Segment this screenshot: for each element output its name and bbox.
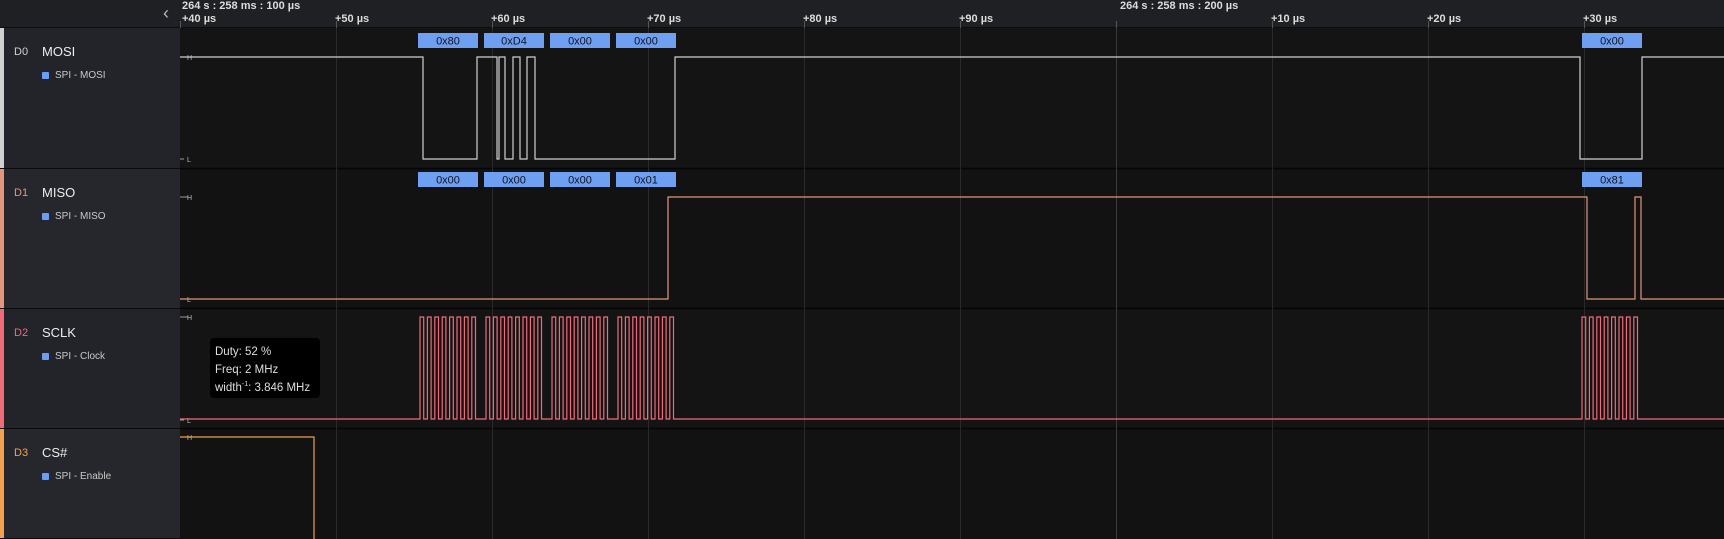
high-level-label: H — [187, 315, 192, 322]
analyzer-label: SPI - MISO — [55, 211, 106, 222]
decoded-byte-value: 0x00 — [634, 36, 658, 48]
channel-lane — [180, 309, 1724, 429]
decoded-byte-value: 0x00 — [1600, 36, 1624, 48]
decoded-byte-value: 0xD4 — [501, 36, 527, 48]
analyzer-label: SPI - MOSI — [55, 70, 106, 81]
analyzer-color-icon — [42, 72, 49, 79]
decoded-byte-value: 0x00 — [568, 175, 592, 187]
channel-name: MISO — [42, 185, 76, 200]
decoded-byte-value: 0x00 — [502, 175, 526, 187]
decoded-byte-value: 0x81 — [1600, 175, 1624, 187]
channel-row-miso[interactable]: D1 MISO SPI - MISO — [0, 169, 180, 309]
analyzer-color-icon — [42, 353, 49, 360]
channel-color-stripe — [0, 28, 4, 168]
high-level-label: H — [187, 195, 192, 202]
channel-name: MOSI — [42, 44, 76, 59]
tooltip-freq: Freq: 2 MHz — [215, 364, 279, 376]
collapse-sidebar-chevron-icon[interactable]: ‹ — [156, 3, 176, 23]
channel-sidebar: ‹ D0 MOSI SPI - MOSI D1 MISO SPI - MISO D2 SCLK… — [0, 0, 180, 539]
analyzer-label: SPI - Clock — [55, 351, 106, 362]
analyzer-tag[interactable]: SPI - Clock — [42, 351, 105, 362]
channel-lane — [180, 429, 1724, 539]
channel-name: CS# — [42, 445, 68, 460]
channel-id: D2 — [14, 327, 29, 339]
sidebar-header: ‹ — [0, 0, 180, 28]
low-level-label: L — [187, 297, 191, 304]
tooltip-duty: Duty: 52 % — [215, 346, 272, 358]
channel-row-mosi[interactable]: D0 MOSI SPI - MOSI — [0, 28, 180, 169]
channel-id: D0 — [14, 46, 29, 58]
measurement-tooltip: Duty: 52 % Freq: 2 MHz width-1: 3.846 MH… — [210, 338, 320, 398]
channel-lane — [180, 169, 1724, 309]
decoded-byte-value: 0x00 — [568, 36, 592, 48]
analyzer-tag[interactable]: SPI - Enable — [42, 471, 111, 482]
channel-id: D1 — [14, 187, 29, 199]
tooltip-width: width-1: 3.846 MHz — [215, 381, 311, 394]
low-level-label: L — [187, 157, 191, 164]
analyzer-tag[interactable]: SPI - MISO — [42, 211, 106, 222]
channel-color-stripe — [0, 429, 4, 538]
analyzer-color-icon — [42, 473, 49, 480]
high-level-label: H — [187, 55, 192, 62]
channel-lane — [180, 28, 1724, 169]
channel-color-stripe — [0, 309, 4, 428]
analyzer-tag[interactable]: SPI - MOSI — [42, 70, 106, 81]
channel-row-cs[interactable]: D3 CS# SPI - Enable — [0, 429, 180, 539]
decoded-byte-value: 0x80 — [436, 36, 460, 48]
channel-name: SCLK — [42, 325, 76, 340]
decoded-byte-value: 0x00 — [436, 175, 460, 187]
waveform-area[interactable]: HLHLHLH0x80 0xD4 0x00 0x00 0x000x00 0x00 0x00 0… — [180, 0, 1724, 539]
channel-row-sclk[interactable]: D2 SCLK SPI - Clock — [0, 309, 180, 429]
high-level-label: H — [187, 435, 192, 442]
channel-color-stripe — [0, 169, 4, 308]
decoded-byte-value: 0x01 — [634, 175, 658, 187]
channel-id: D3 — [14, 447, 29, 459]
analyzer-color-icon — [42, 213, 49, 220]
analyzer-label: SPI - Enable — [55, 471, 112, 482]
